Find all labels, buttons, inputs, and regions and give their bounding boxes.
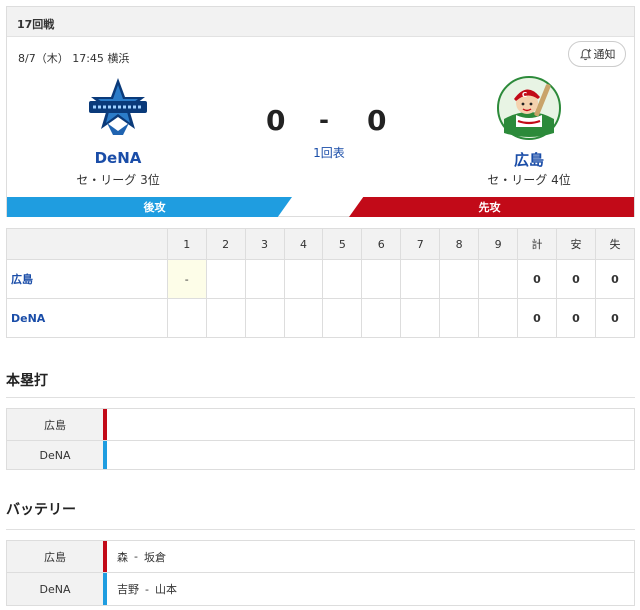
scoreboard-header: 1 2 3 4 5 6 7 8 9 計 安 失 <box>6 228 636 260</box>
inning-header: 3 <box>244 228 285 260</box>
hits-header: 安 <box>555 228 596 260</box>
game-datetime-venue: 8/7（木） 17:45 横浜 <box>18 52 130 65</box>
homeruns-value <box>107 441 634 469</box>
away-team-logo[interactable]: C <box>489 75 569 141</box>
errors-total: 0 <box>594 259 636 299</box>
inning-cell <box>322 298 363 338</box>
inning-cell <box>244 298 285 338</box>
inning-header: 5 <box>322 228 363 260</box>
battery-row-home: DeNA 吉野 - 山本 <box>7 573 634 605</box>
homeruns-value <box>107 409 634 440</box>
inning-header: 8 <box>439 228 480 260</box>
scoreboard-team-header <box>6 228 168 260</box>
battery-value: 吉野 - 山本 <box>107 573 634 605</box>
homeruns-title: 本塁打 <box>6 373 48 389</box>
pitcher-name[interactable]: 吉野 <box>117 581 139 597</box>
inning-header: 2 <box>205 228 246 260</box>
inning-cell <box>166 298 207 338</box>
scoreboard-row-home: DeNA 0 0 0 <box>6 298 636 338</box>
home-team-logo[interactable] <box>78 75 158 141</box>
notify-label: 通知 <box>593 48 616 61</box>
away-team-name[interactable]: 広島 <box>449 149 609 170</box>
battery-title: バッテリー <box>6 502 76 518</box>
inning-header: 9 <box>478 228 519 260</box>
inning-cell <box>283 259 324 299</box>
notify-button[interactable]: 通知 <box>568 41 626 67</box>
inning-header: 7 <box>400 228 441 260</box>
battery-list: 広島 森 - 坂倉 DeNA 吉野 - 山本 <box>6 540 635 606</box>
inning-cell <box>400 259 441 299</box>
homeruns-team-label: DeNA <box>7 441 103 469</box>
battery-team-label: 広島 <box>7 541 103 572</box>
inning-cell: - <box>166 259 207 299</box>
battery-team-label: DeNA <box>7 573 103 605</box>
home-team-name[interactable]: DeNA <box>38 149 198 167</box>
scoreboard-team-home[interactable]: DeNA <box>6 298 168 338</box>
inning-status[interactable]: 1回表 <box>279 144 379 161</box>
inning-cell <box>400 298 441 338</box>
scoreboard-row-away: 広島 - 0 0 0 <box>6 259 636 299</box>
homeruns-list: 広島 DeNA <box>6 408 635 470</box>
battery-separator: - <box>145 582 149 596</box>
homeruns-team-label: 広島 <box>7 409 103 440</box>
inning-header: 1 <box>166 228 207 260</box>
inning-cell <box>205 259 246 299</box>
inning-cell <box>439 259 480 299</box>
home-batting-order-bar: 後攻 <box>7 197 292 217</box>
baystars-logo <box>89 78 147 135</box>
away-score: 0 <box>367 104 387 137</box>
homeruns-row-home: DeNA <box>7 441 634 469</box>
inning-cell <box>283 298 324 338</box>
battery-value: 森 - 坂倉 <box>107 541 634 572</box>
inning-cell <box>439 298 480 338</box>
score-separator: - <box>319 106 329 134</box>
battery-divider <box>6 529 635 530</box>
runs-header: 計 <box>517 228 557 260</box>
home-team-rank: セ・リーグ 3位 <box>76 173 160 187</box>
scoreboard: 1 2 3 4 5 6 7 8 9 計 安 失 広島 - 0 0 0 DeNA … <box>6 228 636 338</box>
inning-cell <box>361 259 402 299</box>
battery-row-away: 広島 森 - 坂倉 <box>7 541 634 573</box>
battery-separator: - <box>134 550 138 563</box>
hits-total: 0 <box>555 298 596 338</box>
errors-total: 0 <box>594 298 636 338</box>
runs-total: 0 <box>517 298 557 338</box>
catcher-name[interactable]: 坂倉 <box>144 549 166 565</box>
inning-cell <box>478 259 519 299</box>
away-team-rank: セ・リーグ 4位 <box>487 173 571 187</box>
round-label: 17回戦 <box>7 7 634 37</box>
inning-cell <box>205 298 246 338</box>
homeruns-divider <box>6 397 635 398</box>
hits-total: 0 <box>555 259 596 299</box>
bell-plus-icon <box>579 48 591 60</box>
inning-cell <box>361 298 402 338</box>
carp-logo: C <box>497 76 561 140</box>
inning-cell <box>244 259 285 299</box>
away-batting-order-bar: 先攻 <box>349 197 634 217</box>
inning-header: 4 <box>283 228 324 260</box>
game-card: 17回戦 8/7（木） 17:45 横浜 通知 C DeNA セ・リーグ 3位 … <box>6 6 635 217</box>
homeruns-row-away: 広島 <box>7 409 634 441</box>
runs-total: 0 <box>517 259 557 299</box>
errors-header: 失 <box>594 228 636 260</box>
catcher-name[interactable]: 山本 <box>155 581 177 597</box>
home-score: 0 <box>266 104 286 137</box>
pitcher-name[interactable]: 森 <box>117 549 128 565</box>
inning-cell <box>478 298 519 338</box>
inning-cell <box>322 259 363 299</box>
scoreboard-team-away[interactable]: 広島 <box>6 259 168 299</box>
inning-header: 6 <box>361 228 402 260</box>
svg-text:C: C <box>522 91 527 99</box>
